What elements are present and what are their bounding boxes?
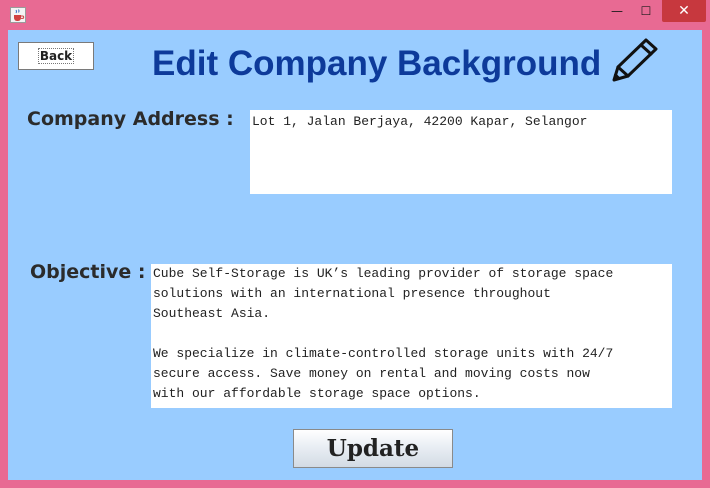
maximize-button[interactable]: ☐: [632, 0, 660, 22]
objective-field[interactable]: Cube Self-Storage is UK’s leading provid…: [151, 264, 672, 408]
objective-label: Objective :: [30, 261, 146, 283]
company-address-label: Company Address :: [27, 108, 234, 130]
application-window: — ☐ ✕ Back Edit Company Background Compa…: [0, 0, 710, 488]
minimize-button[interactable]: —: [602, 0, 632, 22]
update-button[interactable]: Update: [293, 429, 453, 468]
back-button-label: Back: [37, 48, 75, 64]
page-title: Edit Company Background: [152, 44, 602, 83]
pencil-icon: [612, 38, 658, 82]
company-address-field[interactable]: Lot 1, Jalan Berjaya, 42200 Kapar, Selan…: [250, 110, 672, 194]
main-panel: Back Edit Company Background Company Add…: [8, 30, 702, 480]
back-button[interactable]: Back: [18, 42, 94, 70]
close-button[interactable]: ✕: [662, 0, 706, 22]
title-bar[interactable]: — ☐ ✕: [0, 0, 710, 30]
java-cup-icon: [10, 7, 26, 23]
